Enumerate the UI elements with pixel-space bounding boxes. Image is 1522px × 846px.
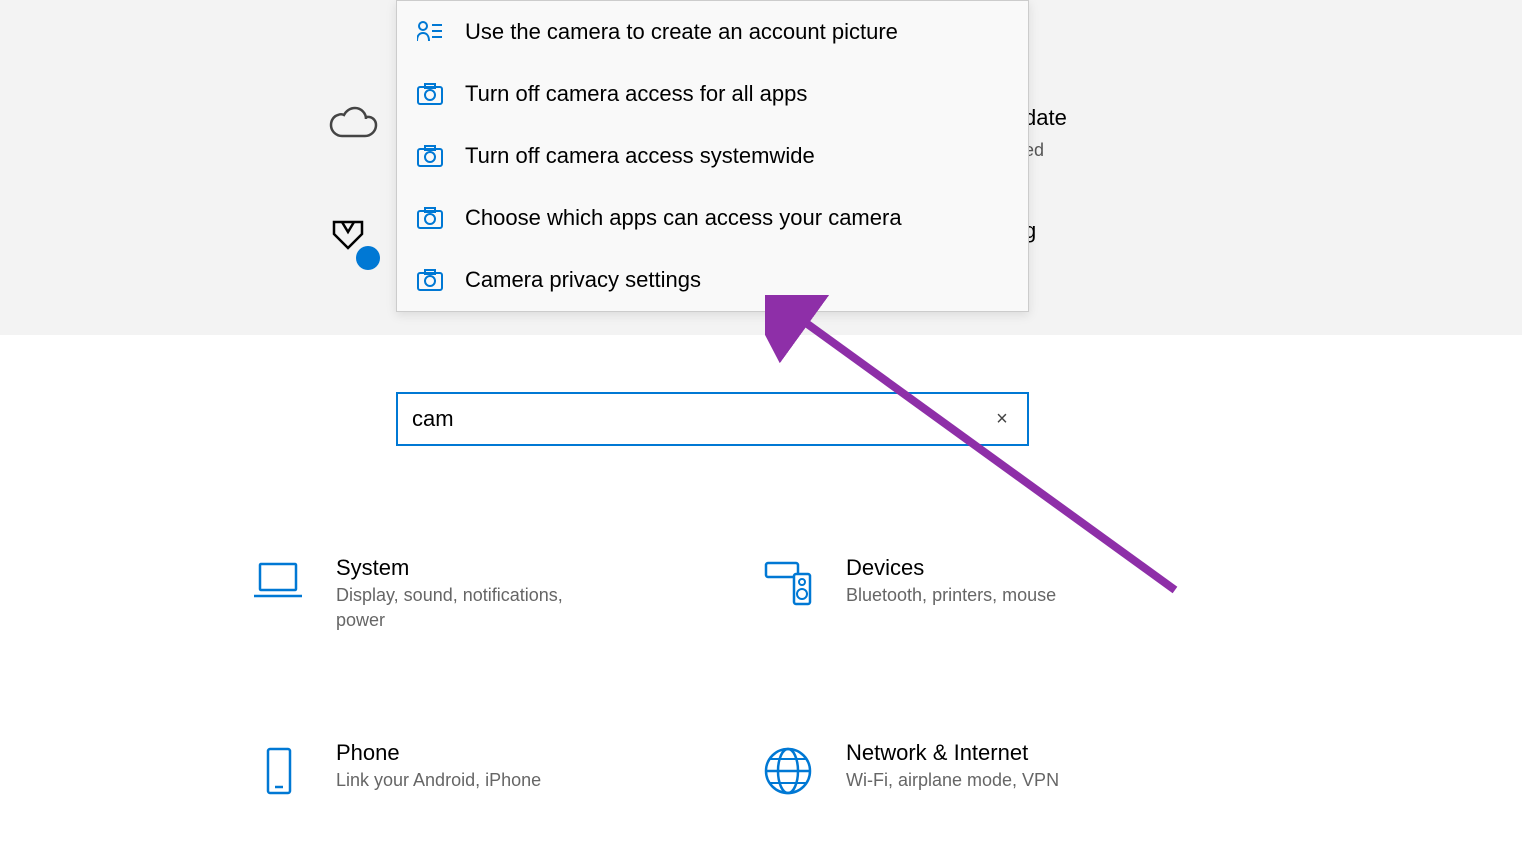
onedrive-icon: [324, 105, 380, 150]
category-devices[interactable]: Devices Bluetooth, printers, mouse: [762, 555, 1056, 612]
devices-icon: [762, 560, 814, 612]
dropdown-item-label: Choose which apps can access your camera: [465, 205, 902, 231]
dropdown-item-label: Camera privacy settings: [465, 267, 701, 293]
category-title: System: [336, 555, 606, 581]
phone-icon: [252, 745, 304, 797]
dropdown-item-account-picture[interactable]: Use the camera to create an account pict…: [397, 1, 1028, 63]
globe-icon: [762, 745, 814, 797]
dropdown-item-label: Use the camera to create an account pict…: [465, 19, 898, 45]
category-phone[interactable]: Phone Link your Android, iPhone: [252, 740, 541, 797]
camera-icon: [417, 143, 443, 169]
dropdown-item-turn-off-systemwide[interactable]: Turn off camera access systemwide: [397, 125, 1028, 187]
category-system[interactable]: System Display, sound, notifications, po…: [252, 555, 606, 633]
partial-text-update: date: [1024, 105, 1067, 131]
category-subtitle: Bluetooth, printers, mouse: [846, 583, 1056, 608]
dropdown-item-label: Turn off camera access systemwide: [465, 143, 815, 169]
dropdown-item-turn-off-all-apps[interactable]: Turn off camera access for all apps: [397, 63, 1028, 125]
rewards-icon: [324, 218, 386, 281]
dropdown-item-choose-apps[interactable]: Choose which apps can access your camera: [397, 187, 1028, 249]
dropdown-item-label: Turn off camera access for all apps: [465, 81, 807, 107]
category-title: Network & Internet: [846, 740, 1059, 766]
laptop-icon: [252, 560, 304, 612]
camera-icon: [417, 81, 443, 107]
settings-search-box[interactable]: ×: [396, 392, 1029, 446]
search-suggestions-dropdown: Use the camera to create an account pict…: [396, 0, 1029, 312]
camera-icon: [417, 267, 443, 293]
person-list-icon: [417, 19, 443, 45]
clear-search-button[interactable]: ×: [977, 394, 1027, 444]
category-title: Devices: [846, 555, 1056, 581]
search-input[interactable]: [398, 394, 977, 444]
category-subtitle: Wi-Fi, airplane mode, VPN: [846, 768, 1059, 793]
camera-icon: [417, 205, 443, 231]
category-subtitle: Link your Android, iPhone: [336, 768, 541, 793]
category-title: Phone: [336, 740, 541, 766]
dropdown-item-camera-privacy[interactable]: Camera privacy settings: [397, 249, 1028, 311]
category-subtitle: Display, sound, notifications, power: [336, 583, 606, 633]
category-network[interactable]: Network & Internet Wi-Fi, airplane mode,…: [762, 740, 1059, 797]
